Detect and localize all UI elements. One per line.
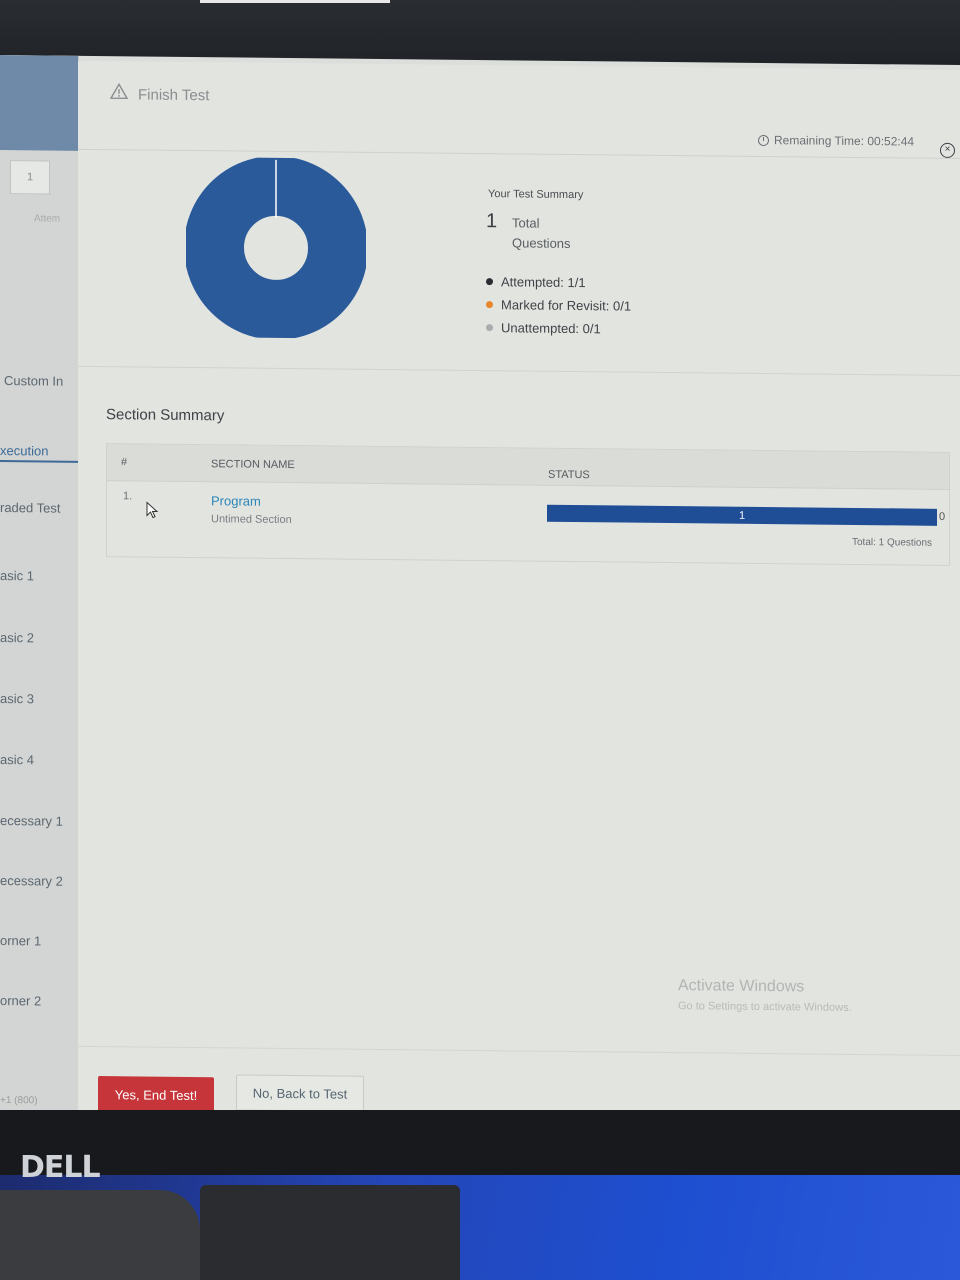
sidebar-item-basic-1[interactable]: asic 1 <box>0 568 78 584</box>
unattempted-dot-icon <box>486 324 493 332</box>
sidebar-item-custom-input[interactable]: Custom In <box>4 373 82 389</box>
warning-icon <box>110 83 128 100</box>
sidebar-item-label: asic 3 <box>0 691 34 707</box>
legend-marked-for-revisit: Marked for Revisit: 0/1 <box>486 293 631 318</box>
status-bar-total: Total: 1 Questions <box>852 536 933 549</box>
sidebar-item-label: orner 2 <box>0 993 42 1009</box>
sidebar-item-label: raded Test <box>0 500 61 516</box>
row-number: 1. <box>123 490 133 503</box>
sidebar-item-corner-2[interactable]: orner 2 <box>0 993 78 1009</box>
section-summary-title: Section Summary <box>106 406 225 425</box>
sidebar-item-corner-1[interactable]: orner 1 <box>0 933 78 949</box>
sidebar-item-necessary-2[interactable]: ecessary 2 <box>0 873 78 889</box>
status-bar-attempted-count: 1 <box>738 509 746 522</box>
section-subtitle: Untimed Section <box>211 513 292 527</box>
sidebar-item-label: ecessary 2 <box>0 873 63 889</box>
section-name-link[interactable]: Program <box>211 493 261 509</box>
sidebar-item-graded-test[interactable]: raded Test <box>0 500 78 516</box>
section-divider <box>78 365 960 377</box>
total-label-line2: Questions <box>512 235 571 251</box>
support-phone: +1 (800) <box>0 1095 38 1107</box>
activate-windows-title: Activate Windows <box>678 977 805 996</box>
monitor-screen: 1 Attem Custom In xecution raded Test as… <box>0 55 960 1141</box>
sidebar-item-label: xecution <box>0 443 49 459</box>
footer-divider <box>78 1045 960 1057</box>
question-number-box[interactable]: 1 <box>10 160 50 195</box>
revisit-dot-icon <box>486 301 493 309</box>
finish-test-dialog: Finish Test Remaining Time: 00:52:44 × Y… <box>78 60 960 1141</box>
total-questions-label: Total Questions <box>512 213 571 254</box>
sidebar-item-basic-4[interactable]: asic 4 <box>0 752 78 768</box>
total-questions-count: 1 <box>486 210 498 233</box>
sidebar-item-basic-3[interactable]: asic 3 <box>0 691 78 707</box>
legend-label: Attempted: 1/1 <box>501 274 586 291</box>
legend-attempted: Attempted: 1/1 <box>486 270 631 295</box>
sidebar-item-necessary-1[interactable]: ecessary 1 <box>0 813 78 829</box>
sidebar-item-label: asic 2 <box>0 630 34 646</box>
total-label-line1: Total <box>512 215 540 231</box>
mouse-cursor-icon <box>146 501 159 519</box>
sidebar-item-label: ecessary 1 <box>0 813 63 829</box>
column-header-section-name: SECTION NAME <box>211 458 295 472</box>
remaining-time: Remaining Time: 00:52:44 <box>758 133 914 149</box>
sidebar-item-label: Custom In <box>4 373 64 389</box>
table-header: # SECTION NAME STATUS <box>107 444 949 490</box>
desk-cable <box>0 1190 200 1280</box>
column-header-status: STATUS <box>548 468 590 482</box>
test-sidebar: 1 Attem Custom In xecution raded Test as… <box>0 55 79 1131</box>
sidebar-item-basic-2[interactable]: asic 2 <box>0 630 78 646</box>
end-test-button[interactable]: Yes, End Test! <box>98 1076 214 1114</box>
back-to-test-button[interactable]: No, Back to Test <box>236 1074 364 1112</box>
dialog-title: Finish Test <box>138 86 210 105</box>
test-summary-heading: Your Test Summary <box>488 188 584 202</box>
status-bar-remaining-count: 0 <box>939 510 946 523</box>
column-header-num: # <box>121 456 128 469</box>
sidebar-item-execution[interactable]: xecution <box>0 443 78 463</box>
remaining-time-text: Remaining Time: 00:52:44 <box>774 133 915 149</box>
legend-label: Marked for Revisit: 0/1 <box>501 297 632 314</box>
attempt-label: Attem <box>34 213 61 225</box>
legend-unattempted: Unattempted: 0/1 <box>486 316 631 341</box>
attempt-donut-chart <box>186 156 366 339</box>
activate-windows-subtitle: Go to Settings to activate Windows. <box>678 1000 852 1014</box>
attempted-dot-icon <box>486 278 493 286</box>
clock-icon <box>758 134 769 146</box>
section-status-bar: 1 <box>547 504 937 526</box>
screen-glare <box>200 0 390 3</box>
summary-legend: Attempted: 1/1 Marked for Revisit: 0/1 U… <box>486 270 631 341</box>
monitor-stand <box>200 1185 460 1280</box>
dialog-header: Finish Test Remaining Time: 00:52:44 × <box>78 60 960 160</box>
sidebar-item-label: asic 1 <box>0 568 34 584</box>
close-icon[interactable]: × <box>940 142 955 159</box>
section-summary-table: # SECTION NAME STATUS 1. Program Untimed… <box>106 443 950 566</box>
legend-label: Unattempted: 0/1 <box>501 320 601 337</box>
sidebar-item-label: orner 1 <box>0 933 42 949</box>
sidebar-header <box>0 55 78 151</box>
dell-logo: DELL <box>20 1150 101 1185</box>
sidebar-item-label: asic 4 <box>0 752 34 768</box>
